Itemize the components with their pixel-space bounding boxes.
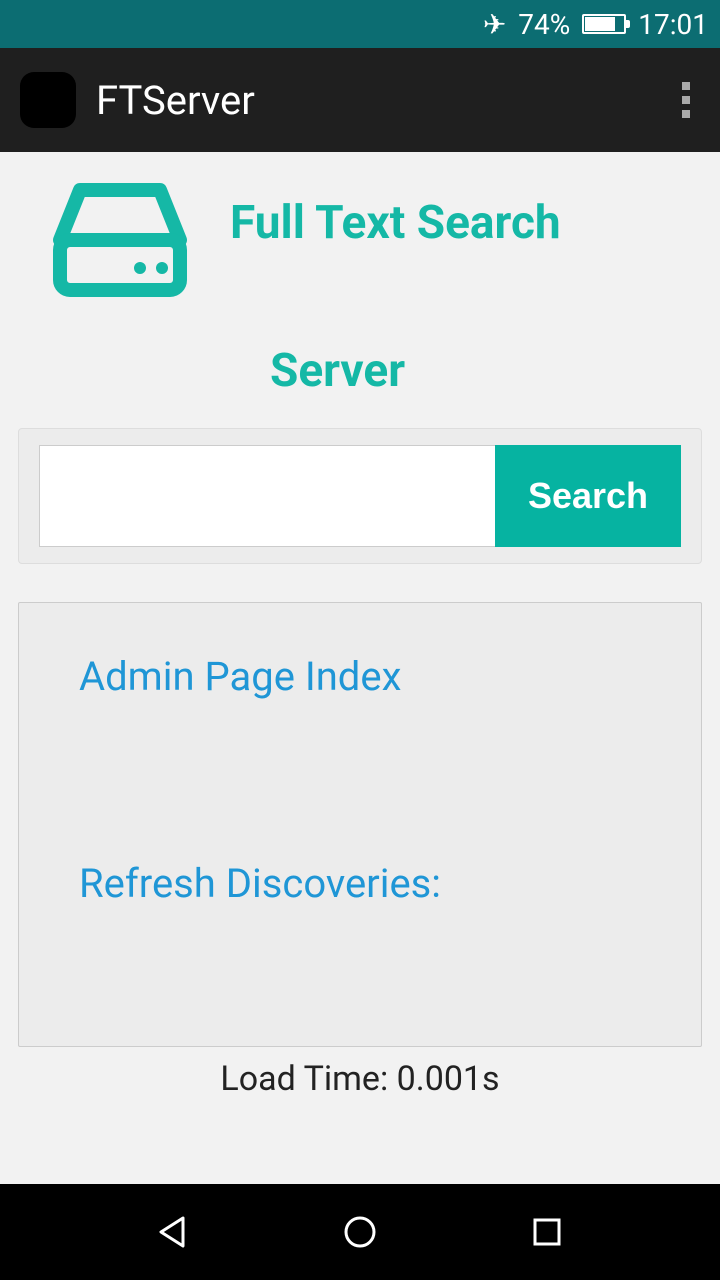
server-drive-icon <box>50 180 190 304</box>
search-button[interactable]: Search <box>495 445 681 547</box>
load-time-text: Load Time: 0.001s <box>0 1059 720 1099</box>
status-time: 17:01 <box>638 8 708 41</box>
recent-apps-button[interactable] <box>523 1208 571 1256</box>
home-button[interactable] <box>336 1208 384 1256</box>
search-card: Search <box>18 428 702 564</box>
main-content: Full Text Search Server Search Admin Pag… <box>0 152 720 1099</box>
battery-percent: 74% <box>518 8 570 41</box>
admin-panel: Admin Page Index Refresh Discoveries: <box>18 602 702 1047</box>
search-input[interactable] <box>39 445 495 547</box>
status-bar: ✈ 74% 17:01 <box>0 0 720 48</box>
hero-title-line1: Full Text Search <box>230 180 561 251</box>
battery-icon <box>582 14 626 34</box>
app-title: FTServer <box>96 77 672 124</box>
hero-title-line2: Server <box>0 344 720 398</box>
airplane-mode-icon: ✈ <box>483 8 506 41</box>
overflow-menu-button[interactable] <box>672 72 700 128</box>
app-icon <box>20 72 76 128</box>
hero-section: Full Text Search <box>0 152 720 314</box>
admin-page-index-link[interactable]: Admin Page Index <box>79 653 641 700</box>
refresh-discoveries-link[interactable]: Refresh Discoveries: <box>79 860 641 907</box>
system-nav-bar <box>0 1184 720 1280</box>
app-bar: FTServer <box>0 48 720 152</box>
back-button[interactable] <box>149 1208 197 1256</box>
